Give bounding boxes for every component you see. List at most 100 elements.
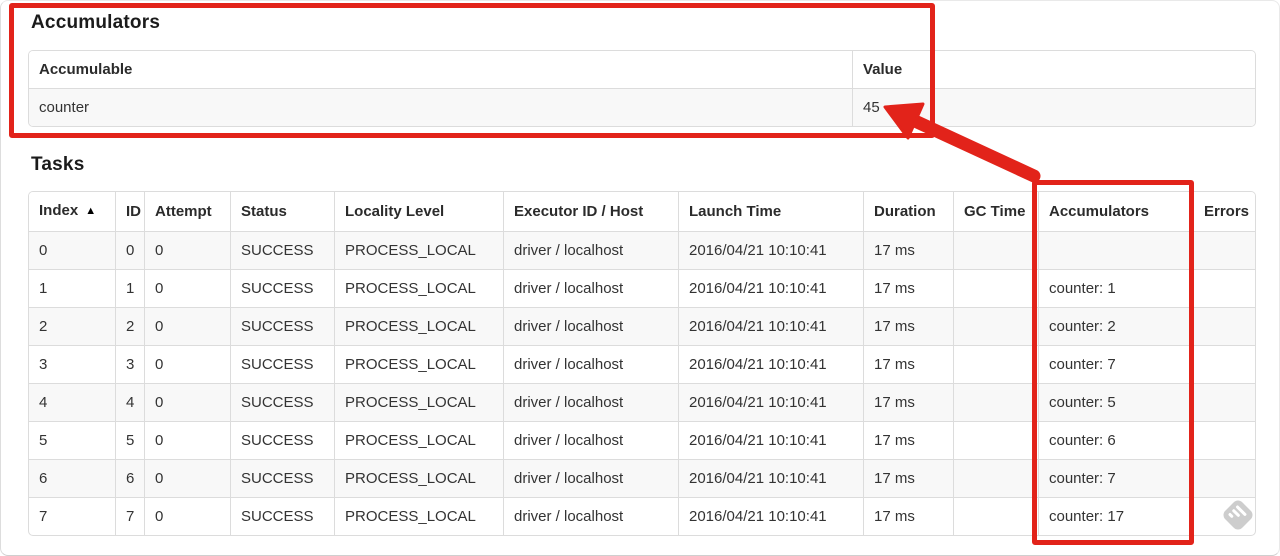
accumulable-col-header-value[interactable]: Value xyxy=(852,51,1255,88)
task-cell-executor-id-host: driver / localhost xyxy=(503,383,678,421)
task-cell-status: SUCCESS xyxy=(230,345,334,383)
task-cell-id: 0 xyxy=(115,231,144,269)
task-cell-errors xyxy=(1193,421,1255,459)
task-cell-attempt: 0 xyxy=(144,231,230,269)
task-cell-status: SUCCESS xyxy=(230,231,334,269)
task-cell-errors xyxy=(1193,269,1255,307)
task-col-header-accumulators[interactable]: Accumulators xyxy=(1038,192,1193,231)
tasks-table: Index ▲ ID Attempt Status Locality Level Execu… xyxy=(28,191,1256,536)
task-cell-index: 2 xyxy=(29,307,115,345)
task-col-header-attempt[interactable]: Attempt xyxy=(144,192,230,231)
task-cell-id: 1 xyxy=(115,269,144,307)
watermark-icon xyxy=(1223,500,1253,530)
task-cell-launch-time: 2016/04/21 10:10:41 xyxy=(678,497,863,535)
task-col-header-gc-time[interactable]: GC Time xyxy=(953,192,1038,231)
task-cell-locality-level: PROCESS_LOCAL xyxy=(334,459,503,497)
task-row: 5 5 0 SUCCESS PROCESS_LOCAL driver / localhos… xyxy=(29,421,1255,459)
task-cell-attempt: 0 xyxy=(144,345,230,383)
task-cell-locality-level: PROCESS_LOCAL xyxy=(334,345,503,383)
accumulable-cell-value: 45 xyxy=(852,88,1255,126)
task-cell-executor-id-host: driver / localhost xyxy=(503,497,678,535)
task-cell-id: 7 xyxy=(115,497,144,535)
task-cell-errors xyxy=(1193,231,1255,269)
task-cell-duration: 17 ms xyxy=(863,421,953,459)
task-cell-locality-level: PROCESS_LOCAL xyxy=(334,269,503,307)
task-cell-gc-time xyxy=(953,421,1038,459)
task-cell-launch-time: 2016/04/21 10:10:41 xyxy=(678,345,863,383)
task-cell-executor-id-host: driver / localhost xyxy=(503,345,678,383)
task-row: 2 2 0 SUCCESS PROCESS_LOCAL driver / localhos… xyxy=(29,307,1255,345)
spark-stage-details-page: Accumulators Accumulable Value counter 45 … xyxy=(0,0,1280,556)
task-cell-status: SUCCESS xyxy=(230,269,334,307)
task-cell-launch-time: 2016/04/21 10:10:41 xyxy=(678,307,863,345)
task-col-header-status[interactable]: Status xyxy=(230,192,334,231)
accumulable-col-header-accumulable[interactable]: Accumulable xyxy=(29,51,852,88)
task-cell-executor-id-host: driver / localhost xyxy=(503,231,678,269)
task-cell-locality-level: PROCESS_LOCAL xyxy=(334,421,503,459)
task-cell-locality-level: PROCESS_LOCAL xyxy=(334,231,503,269)
task-col-header-id[interactable]: ID xyxy=(115,192,144,231)
task-cell-duration: 17 ms xyxy=(863,383,953,421)
task-col-header-errors[interactable]: Errors xyxy=(1193,192,1255,231)
task-row: 4 4 0 SUCCESS PROCESS_LOCAL driver / localhos… xyxy=(29,383,1255,421)
task-cell-launch-time: 2016/04/21 10:10:41 xyxy=(678,269,863,307)
task-cell-attempt: 0 xyxy=(144,383,230,421)
task-cell-gc-time xyxy=(953,345,1038,383)
task-col-header-executor-id-host[interactable]: Executor ID / Host xyxy=(503,192,678,231)
task-col-header-locality-level[interactable]: Locality Level xyxy=(334,192,503,231)
task-cell-id: 2 xyxy=(115,307,144,345)
task-row: 0 0 0 SUCCESS PROCESS_LOCAL driver / localhos… xyxy=(29,231,1255,269)
task-cell-locality-level: PROCESS_LOCAL xyxy=(334,497,503,535)
task-cell-launch-time: 2016/04/21 10:10:41 xyxy=(678,383,863,421)
task-cell-index: 3 xyxy=(29,345,115,383)
task-cell-duration: 17 ms xyxy=(863,345,953,383)
task-cell-duration: 17 ms xyxy=(863,459,953,497)
task-cell-index: 5 xyxy=(29,421,115,459)
task-cell-accumulators: counter: 6 xyxy=(1038,421,1193,459)
task-cell-gc-time xyxy=(953,307,1038,345)
task-cell-accumulators xyxy=(1038,231,1193,269)
task-cell-accumulators: counter: 1 xyxy=(1038,269,1193,307)
task-cell-index: 0 xyxy=(29,231,115,269)
task-cell-executor-id-host: driver / localhost xyxy=(503,307,678,345)
task-col-header-duration[interactable]: Duration xyxy=(863,192,953,231)
task-row: 6 6 0 SUCCESS PROCESS_LOCAL driver / localhos… xyxy=(29,459,1255,497)
task-cell-duration: 17 ms xyxy=(863,497,953,535)
task-col-header-index[interactable]: Index ▲ xyxy=(29,192,115,231)
task-row: 7 7 0 SUCCESS PROCESS_LOCAL driver / localhos… xyxy=(29,497,1255,535)
task-cell-attempt: 0 xyxy=(144,497,230,535)
task-cell-accumulators: counter: 2 xyxy=(1038,307,1193,345)
task-cell-gc-time xyxy=(953,459,1038,497)
task-cell-attempt: 0 xyxy=(144,421,230,459)
task-col-header-launch-time[interactable]: Launch Time xyxy=(678,192,863,231)
task-cell-status: SUCCESS xyxy=(230,307,334,345)
task-cell-errors xyxy=(1193,459,1255,497)
task-cell-launch-time: 2016/04/21 10:10:41 xyxy=(678,421,863,459)
task-cell-executor-id-host: driver / localhost xyxy=(503,269,678,307)
task-cell-id: 4 xyxy=(115,383,144,421)
task-cell-status: SUCCESS xyxy=(230,497,334,535)
accumulators-table-header: Accumulable Value xyxy=(29,51,1255,88)
task-cell-id: 5 xyxy=(115,421,144,459)
sort-ascending-icon: ▲ xyxy=(85,205,97,217)
task-row: 3 3 0 SUCCESS PROCESS_LOCAL driver / localhos… xyxy=(29,345,1255,383)
task-cell-executor-id-host: driver / localhost xyxy=(503,459,678,497)
task-cell-accumulators: counter: 7 xyxy=(1038,345,1193,383)
accumulators-table: Accumulable Value counter 45 xyxy=(28,50,1256,127)
task-cell-accumulators: counter: 7 xyxy=(1038,459,1193,497)
task-cell-gc-time xyxy=(953,231,1038,269)
tasks-table-header: Index ▲ ID Attempt Status Locality Level Execu… xyxy=(29,192,1255,231)
task-cell-executor-id-host: driver / localhost xyxy=(503,421,678,459)
task-cell-accumulators: counter: 5 xyxy=(1038,383,1193,421)
tasks-heading: Tasks xyxy=(31,154,85,175)
accumulators-table-body: counter 45 xyxy=(29,88,1255,126)
tasks-table-body: 0 0 0 SUCCESS PROCESS_LOCAL driver / localhos… xyxy=(29,231,1255,535)
accumulators-heading: Accumulators xyxy=(31,12,161,33)
task-cell-duration: 17 ms xyxy=(863,269,953,307)
task-cell-index: 7 xyxy=(29,497,115,535)
task-cell-attempt: 0 xyxy=(144,307,230,345)
task-cell-id: 3 xyxy=(115,345,144,383)
task-row: 1 1 0 SUCCESS PROCESS_LOCAL driver / localhos… xyxy=(29,269,1255,307)
task-cell-index: 1 xyxy=(29,269,115,307)
accumulable-cell-accumulable: counter xyxy=(29,88,852,126)
